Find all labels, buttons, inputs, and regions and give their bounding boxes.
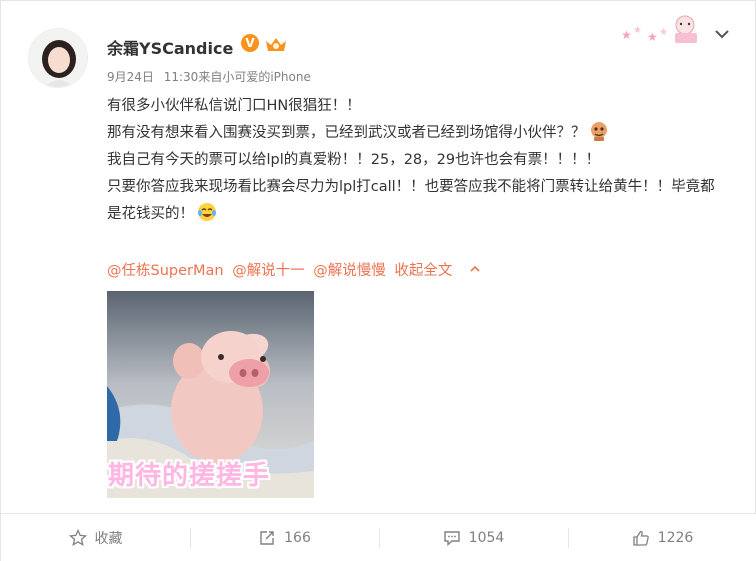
username[interactable]: 余霜YSCandice: [107, 35, 233, 59]
post-time[interactable]: 11:30: [164, 70, 199, 84]
thumbs-up-icon: [633, 530, 649, 546]
star-icon: [68, 528, 87, 546]
text-line: 我自己有今天的票可以给lpl的真爱粉！！25，28，29也许也会有票！！！！: [107, 152, 601, 168]
favorite-label: 收藏: [94, 530, 123, 547]
repost-button[interactable]: 166: [190, 514, 379, 561]
collapse-text-link[interactable]: 收起全文: [394, 263, 452, 279]
weibo-post-card: 余霜YSCandice V 9月24日 11:30来自小可爱的iPhone ★ …: [0, 0, 756, 561]
post-date[interactable]: 9月24日: [107, 70, 154, 84]
avatar[interactable]: [28, 28, 88, 88]
post-text-line-3: 我自己有今天的票可以给lpl的真爱粉！！25，28，29也许也会有票！！！！: [107, 147, 727, 174]
post-text-line-4: 只要你答应我来现场看比赛会尽力为lpl打call！！也要答应我不能将门票转让给黄…: [107, 174, 727, 228]
action-bar: 收藏 166 1054 1226: [1, 513, 756, 561]
text-line: 有很多小伙伴私信说门口HN很猖狂！！: [107, 98, 361, 114]
text-line: 那有没有想来看入围赛没买到票，已经到武汉或者已经到场馆得小伙伴？？: [107, 125, 586, 141]
puppet-emoji-icon: [588, 120, 610, 142]
comment-icon: [443, 530, 460, 546]
repost-count: 166: [284, 529, 311, 546]
mentions-row: @任栋SuperMan @解说十一 @解说慢慢 收起全文: [107, 259, 481, 280]
mention-link[interactable]: @解说十一: [232, 263, 305, 279]
comment-count: 1054: [468, 529, 505, 546]
svg-text:★: ★: [659, 27, 668, 38]
image-caption: 期待的搓搓手: [108, 461, 271, 491]
verified-badge: V: [241, 34, 259, 52]
like-button[interactable]: 1226: [568, 514, 756, 561]
post-meta: 9月24日 11:30来自小可爱的iPhone: [107, 68, 311, 85]
mention-link[interactable]: @解说慢慢: [313, 263, 386, 279]
post-text-line-1: 有很多小伙伴私信说门口HN很猖狂！！: [107, 93, 727, 120]
svg-text:★: ★: [633, 25, 642, 36]
like-count: 1226: [657, 529, 694, 546]
post-source: 来自小可爱的iPhone: [198, 70, 311, 84]
member-crown-icon[interactable]: [264, 35, 288, 53]
svg-text:★: ★: [621, 28, 632, 42]
post-text-line-2: 那有没有想来看入围赛没买到票，已经到武汉或者已经到场馆得小伙伴？？: [107, 120, 727, 147]
post-text: 有很多小伙伴私信说门口HN很猖狂！！ 那有没有想来看入围赛没买到票，已经到武汉或…: [107, 93, 727, 228]
svg-text:★: ★: [647, 30, 658, 44]
mention-link[interactable]: @任栋SuperMan: [107, 263, 224, 279]
repost-icon: [260, 530, 274, 545]
post-image[interactable]: 期待的搓搓手: [107, 291, 314, 498]
laugh-cry-emoji-icon: [196, 201, 218, 223]
comment-button[interactable]: 1054: [379, 514, 568, 561]
decor-sticker: ★ ★ ★ ★: [619, 9, 703, 47]
chevron-up-icon[interactable]: [469, 262, 481, 272]
chevron-down-icon[interactable]: [713, 27, 731, 41]
favorite-button[interactable]: 收藏: [1, 514, 190, 561]
